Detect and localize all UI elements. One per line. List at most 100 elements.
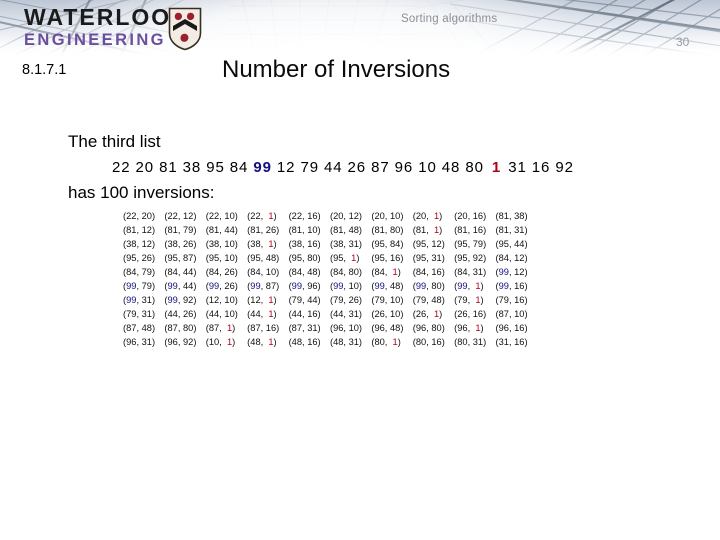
inversion-pair: (38, 1) [247, 239, 277, 249]
inversion-pair: (95, 80) [288, 253, 321, 263]
inversion-pair: (96, 92) [164, 337, 197, 347]
inversion-pair: (44, 31) [329, 309, 363, 319]
lead-text-the-third-list: The third list [68, 132, 161, 151]
waterloo-wordmark: WATERLOO ENGINEERING [24, 6, 171, 49]
inversion-pair: (12, 1) [247, 295, 277, 305]
inversion-pair: (79, 31) [123, 309, 156, 319]
inversion-pair-row: (99, 79) (99, 44) (99, 26) (99, 87) (99, 96)… [123, 279, 537, 293]
inversion-pair: (95, 92) [454, 253, 487, 263]
inversion-pair: (84, 79) [123, 267, 156, 277]
inversion-pair: (38, 12) [123, 239, 156, 249]
wordmark-waterloo: WATERLOO [24, 4, 172, 30]
inversion-pair: (84, 12) [495, 253, 528, 263]
inversion-pair-row: (99, 31) (99, 92) (12, 10) (12, 1) (79, 44) (… [123, 293, 537, 307]
list-suffix: 31 16 92 [508, 159, 574, 176]
inversion-pair: (79, 26) [329, 295, 363, 305]
inversion-pair: (95, 31) [412, 253, 445, 263]
inversion-pair: (26, 10) [371, 309, 404, 319]
inversion-pair: (79, 1) [454, 295, 484, 305]
inversion-pair: (95, 1) [329, 253, 360, 263]
inversion-pair: (81, 44) [205, 225, 238, 235]
inversion-pair: (22, 1) [247, 211, 277, 221]
list-highlight-99: 99 [253, 159, 272, 176]
inversion-pair: (99, 80) [412, 281, 445, 291]
header-kicker: Sorting algorithms [401, 13, 498, 25]
inversion-pair: (96, 10) [329, 323, 363, 333]
inversion-pair: (99, 44) [164, 281, 197, 291]
inversion-pair: (22, 20) [123, 211, 156, 221]
inversion-pair: (79, 10) [371, 295, 404, 305]
slide-section-id: 8.1.7.1 [22, 62, 67, 78]
wordmark-engineering: ENGINEERING [24, 31, 166, 49]
inversion-pair: (87, 16) [247, 323, 280, 333]
inversion-pair: (87, 31) [288, 323, 321, 333]
inversion-pair: (26, 16) [454, 309, 487, 319]
inversion-pair: (87, 10) [495, 309, 528, 319]
inversion-pair: (96, 1) [454, 323, 484, 333]
inversion-pair: (31, 16) [495, 337, 528, 347]
inversion-pair-row: (81, 12) (81, 79) (81, 44) (81, 26) (81, 10)… [123, 223, 537, 237]
inversion-pair: (84, 44) [164, 267, 197, 277]
inversion-pair: (95, 84) [371, 239, 404, 249]
inversion-pair: (84, 31) [454, 267, 487, 277]
inversion-pair-row: (95, 26) (95, 87) (95, 10) (95, 48) (95, 80)… [123, 251, 537, 265]
inversion-pair: (99, 1) [454, 281, 484, 291]
inversion-pair: (87, 48) [123, 323, 156, 333]
inversion-pair: (95, 48) [247, 253, 280, 263]
inversion-pair: (44, 10) [205, 309, 238, 319]
inversion-pair: (22, 12) [164, 211, 197, 221]
inversion-pair: (79, 48) [412, 295, 445, 305]
inversion-pair: (26, 1) [412, 309, 443, 319]
inversion-pair: (99, 31) [123, 295, 156, 305]
inversion-pair: (81, 10) [288, 225, 321, 235]
inversion-pair: (79, 44) [288, 295, 321, 305]
inversion-pair: (87, 80) [164, 323, 197, 333]
inversion-pair: (20, 1) [412, 211, 443, 221]
inversion-pair: (38, 10) [205, 239, 238, 249]
inversion-pair: (48, 31) [329, 337, 363, 347]
inversion-pairs-grid: (22, 20) (22, 12) (22, 10) (22, 1) (22, 16) (… [123, 209, 537, 349]
inversion-pair: (20, 12) [329, 211, 363, 221]
waterloo-shield-crest-icon [168, 7, 202, 51]
inversion-pair: (81, 38) [495, 211, 528, 221]
inversion-pair: (79, 16) [495, 295, 528, 305]
inversion-pair: (81, 16) [454, 225, 487, 235]
inversion-pair: (38, 26) [164, 239, 197, 249]
inversion-pair: (99, 16) [495, 281, 528, 291]
inversion-pair: (87, 1) [205, 323, 236, 333]
inversion-pair-row: (84, 79) (84, 44) (84, 26) (84, 10) (84, 48)… [123, 265, 537, 279]
inversion-pair: (99, 12) [495, 267, 528, 277]
inversion-pair: (95, 87) [164, 253, 197, 263]
page-title: Number of Inversions [222, 56, 451, 83]
inversion-pair: (81, 80) [371, 225, 404, 235]
inversion-pair: (95, 16) [371, 253, 404, 263]
inversion-pair: (96, 16) [495, 323, 528, 333]
inversion-pair: (84, 80) [329, 267, 363, 277]
inversion-pair: (48, 1) [247, 337, 277, 347]
inversion-pair: (95, 79) [454, 239, 487, 249]
inversion-pair: (81, 26) [247, 225, 280, 235]
inversion-pair: (44, 26) [164, 309, 197, 319]
inversion-pair: (84, 26) [205, 267, 238, 277]
inversion-pair: (81, 79) [164, 225, 197, 235]
inversion-pair-row: (38, 12) (38, 26) (38, 10) (38, 1) (38, 16) (… [123, 237, 537, 251]
inversion-pair: (38, 16) [288, 239, 321, 249]
inversion-pair: (48, 16) [288, 337, 321, 347]
inversion-pair-row: (96, 31) (96, 92) (10, 1) (48, 1) (48, 16) (4… [123, 335, 537, 349]
inversion-pair: (84, 10) [247, 267, 280, 277]
inversion-pair: (81, 1) [412, 225, 443, 235]
inversion-pair: (22, 16) [288, 211, 321, 221]
inversion-pair: (80, 16) [412, 337, 445, 347]
list-prefix: 22 20 81 38 95 84 [112, 159, 249, 176]
inversion-pair: (95, 12) [412, 239, 445, 249]
inversion-pair: (99, 92) [164, 295, 197, 305]
inversion-pair: (99, 10) [329, 281, 363, 291]
inversion-pair: (99, 26) [205, 281, 238, 291]
lead-text-has-100-inversions: has 100 inversions: [68, 183, 215, 202]
list-middle: 12 79 44 26 87 96 10 48 80 [276, 159, 484, 176]
inversion-pair: (20, 16) [454, 211, 487, 221]
inversion-pair: (81, 48) [329, 225, 363, 235]
list-highlight-1: 1 [491, 159, 502, 176]
inversion-pair: (96, 80) [412, 323, 445, 333]
inversion-pair: (96, 48) [371, 323, 404, 333]
